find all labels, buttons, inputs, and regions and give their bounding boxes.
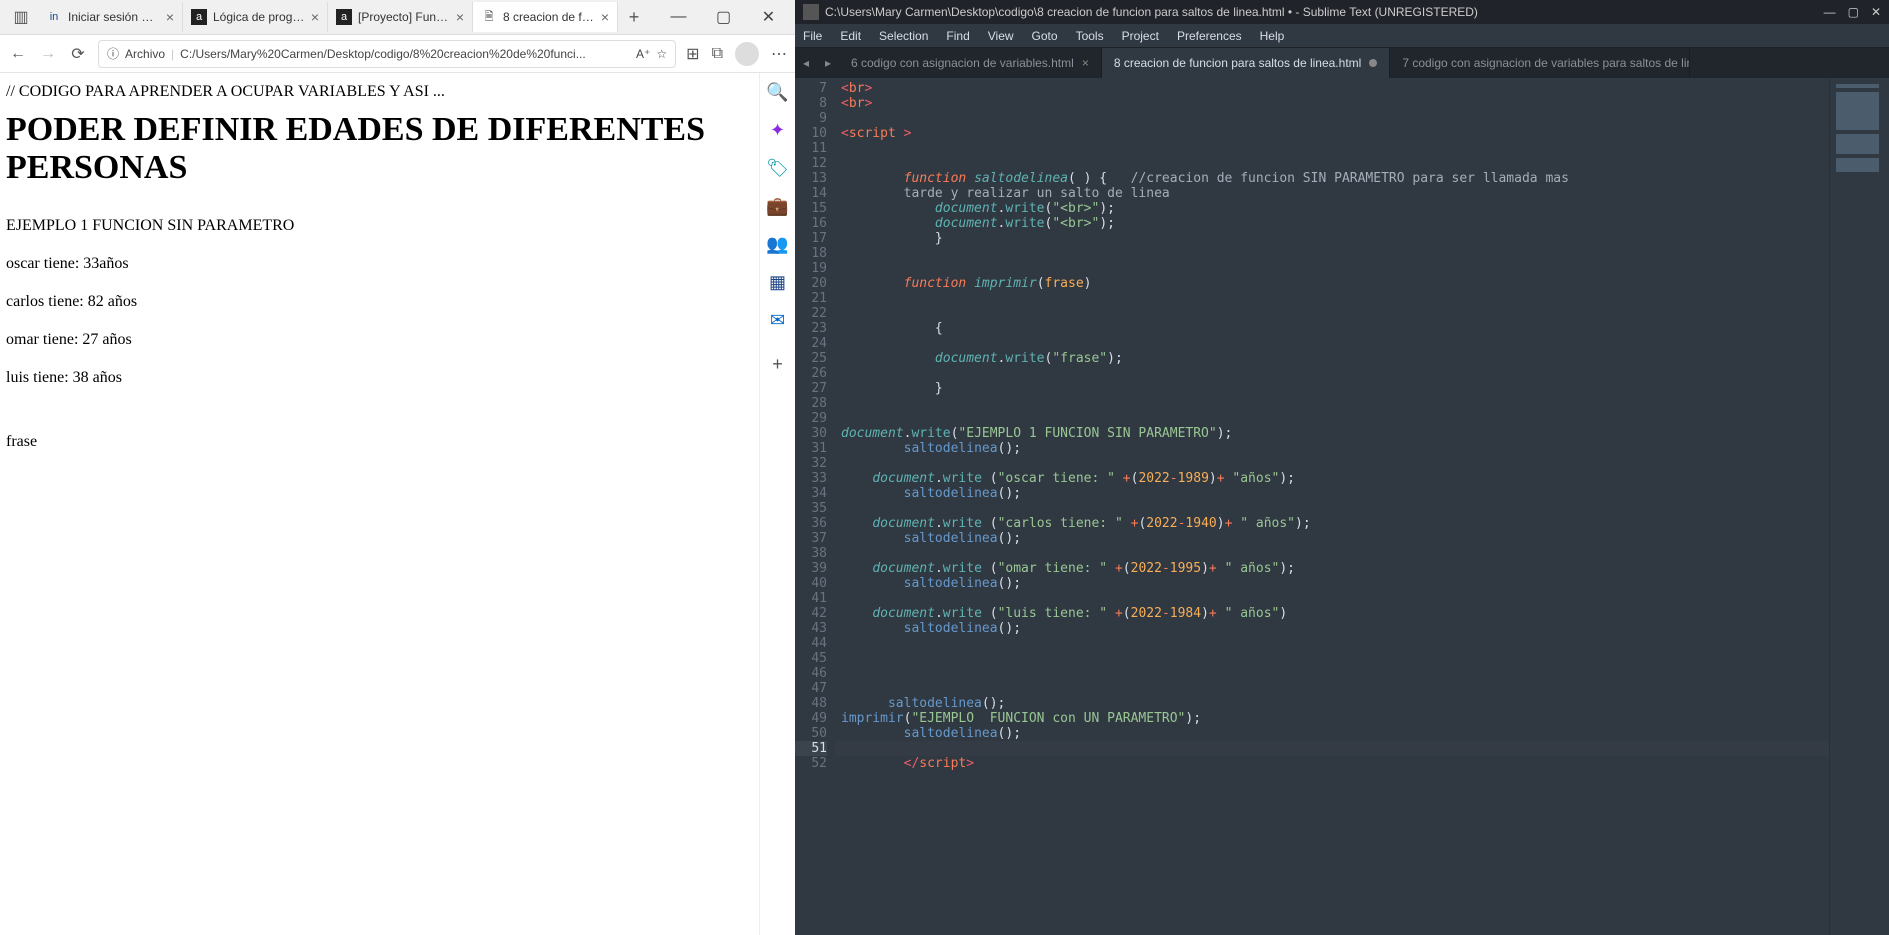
editor-body: 7891011121314151617181920212223242526272…: [795, 78, 1889, 935]
minimap[interactable]: [1829, 78, 1889, 935]
star-icon[interactable]: ☆: [656, 47, 667, 61]
title-text: C:\Users\Mary Carmen\Desktop\codigo\8 cr…: [825, 5, 1478, 19]
file-label: Archivo: [125, 47, 165, 61]
read-aloud-icon[interactable]: A⁺: [636, 47, 650, 61]
back-icon[interactable]: ←: [8, 45, 28, 63]
menu-selection[interactable]: Selection: [879, 29, 928, 43]
close-tab-icon[interactable]: ×: [601, 9, 609, 25]
output-row: oscar tiene: 33años: [6, 255, 753, 273]
menu-file[interactable]: File: [803, 29, 822, 43]
menu-preferences[interactable]: Preferences: [1177, 29, 1242, 43]
file-favicon-icon: 🗎: [481, 9, 497, 25]
window-controls: — ▢ ✕: [656, 2, 791, 32]
output-row: carlos tiene: 82 años: [6, 293, 753, 311]
browser-tab-1[interactable]: a Lógica de programa... ×: [183, 2, 328, 32]
refresh-icon[interactable]: ⟳: [68, 44, 88, 64]
browser-tab-2[interactable]: a [Proyecto] Funcione... ×: [328, 2, 473, 32]
address-bar: ← → ⟳ ⓘ Archivo | C:/Users/Mary%20Carmen…: [0, 35, 795, 73]
alura-favicon-icon: a: [191, 9, 207, 25]
menu-edit[interactable]: Edit: [840, 29, 861, 43]
close-window-icon[interactable]: ✕: [746, 2, 791, 32]
editor-tab-1[interactable]: 8 creacion de funcion para saltos de lin…: [1102, 48, 1390, 78]
url-text: C:/Users/Mary%20Carmen/Desktop/codigo/8%…: [180, 47, 630, 61]
tab-label: 8 creacion de funcio...: [503, 10, 595, 24]
tab-actions-icon[interactable]: ▥: [4, 2, 38, 32]
alura-favicon-icon: a: [336, 9, 352, 25]
add-sidebar-icon[interactable]: +: [767, 353, 789, 375]
favorites-icon[interactable]: ⊞: [686, 44, 699, 64]
tab-label: Lógica de programa...: [213, 10, 305, 24]
close-tab-icon[interactable]: ×: [456, 9, 464, 25]
output-frase: frase: [6, 433, 753, 451]
close-tab-icon[interactable]: ×: [166, 9, 174, 25]
editor-tab-0[interactable]: 6 codigo con asignacion de variables.htm…: [839, 48, 1102, 78]
copilot-icon[interactable]: ✦: [767, 119, 789, 141]
menu-view[interactable]: View: [988, 29, 1014, 43]
office-icon[interactable]: ▦: [767, 271, 789, 293]
linkedin-favicon-icon: in: [46, 9, 62, 25]
page-viewport: // CODIGO PARA APRENDER A OCUPAR VARIABL…: [0, 73, 759, 935]
editor-tab-2[interactable]: 7 codigo con asignacion de variables par…: [1390, 48, 1690, 78]
menu-help[interactable]: Help: [1260, 29, 1285, 43]
tab-prev-icon[interactable]: ◂: [795, 48, 817, 78]
outlook-icon[interactable]: ✉: [767, 309, 789, 331]
editor-tab-label: 7 codigo con asignacion de variables par…: [1402, 56, 1690, 70]
output-row: omar tiene: 27 años: [6, 331, 753, 349]
editor-tab-label: 6 codigo con asignacion de variables.htm…: [851, 56, 1074, 70]
browser-tabstrip: ▥ in Iniciar sesión en Link... × a Lógic…: [0, 0, 795, 35]
search-icon[interactable]: 🔍: [767, 81, 789, 103]
line-gutter[interactable]: 7891011121314151617181920212223242526272…: [795, 78, 835, 935]
editor-tab-label: 8 creacion de funcion para saltos de lin…: [1114, 56, 1361, 70]
menu-find[interactable]: Find: [946, 29, 969, 43]
menu-goto[interactable]: Goto: [1032, 29, 1058, 43]
edge-sidebar: 🔍 ✦ 🏷 💼 👥 ▦ ✉ +: [759, 73, 795, 935]
maximize-icon[interactable]: ▢: [701, 2, 746, 32]
menu-project[interactable]: Project: [1122, 29, 1159, 43]
sublime-titlebar: C:\Users\Mary Carmen\Desktop\codigo\8 cr…: [795, 0, 1889, 24]
shopping-icon[interactable]: 🏷: [767, 157, 789, 179]
site-info-icon[interactable]: ⓘ: [107, 45, 119, 62]
games-icon[interactable]: 👥: [767, 233, 789, 255]
editor-tabstrip: ◂ ▸ 6 codigo con asignacion de variables…: [795, 48, 1889, 78]
edge-browser-window: ▥ in Iniciar sesión en Link... × a Lógic…: [0, 0, 795, 935]
sublime-text-window: C:\Users\Mary Carmen\Desktop\codigo\8 cr…: [795, 0, 1889, 935]
forward-icon: →: [38, 45, 58, 63]
browser-tab-0[interactable]: in Iniciar sesión en Link... ×: [38, 2, 183, 32]
tab-label: Iniciar sesión en Link...: [68, 10, 160, 24]
page-comment-line: // CODIGO PARA APRENDER A OCUPAR VARIABL…: [6, 83, 753, 101]
sublime-app-icon: [803, 4, 819, 20]
code-area[interactable]: <br><br> <script > function saltodelinea…: [835, 78, 1829, 935]
minimize-icon[interactable]: —: [656, 2, 701, 32]
output-row: luis tiene: 38 años: [6, 369, 753, 387]
more-icon[interactable]: ⋯: [771, 44, 787, 64]
maximize-icon[interactable]: ▢: [1848, 5, 1859, 19]
dirty-indicator-icon: [1369, 59, 1377, 67]
close-window-icon[interactable]: ✕: [1871, 5, 1881, 19]
browser-tab-3[interactable]: 🗎 8 creacion de funcio... ×: [473, 2, 618, 32]
menu-bar: File Edit Selection Find View Goto Tools…: [795, 24, 1889, 48]
tools-icon[interactable]: 💼: [767, 195, 789, 217]
tab-next-icon[interactable]: ▸: [817, 48, 839, 78]
close-tab-icon[interactable]: ×: [1082, 56, 1089, 70]
profile-avatar[interactable]: [735, 42, 759, 66]
page-title: PODER DEFINIR EDADES DE DIFERENTES PERSO…: [6, 111, 753, 187]
tab-label: [Proyecto] Funcione...: [358, 10, 450, 24]
collections-icon[interactable]: ⧉: [712, 45, 723, 63]
new-tab-button[interactable]: +: [618, 7, 650, 28]
close-tab-icon[interactable]: ×: [311, 9, 319, 25]
address-field[interactable]: ⓘ Archivo | C:/Users/Mary%20Carmen/Deskt…: [98, 40, 676, 68]
menu-tools[interactable]: Tools: [1076, 29, 1104, 43]
minimize-icon[interactable]: —: [1824, 5, 1836, 19]
section-heading: EJEMPLO 1 FUNCION SIN PARAMETRO: [6, 217, 753, 235]
